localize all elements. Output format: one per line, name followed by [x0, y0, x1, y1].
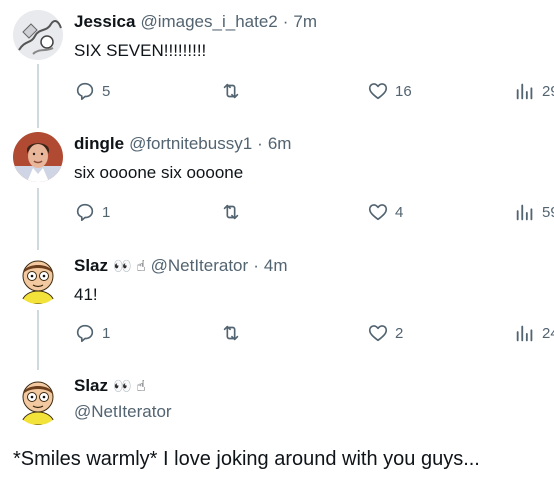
action-bar: 5 16 29 [74, 80, 554, 104]
like-button[interactable]: 16 [367, 80, 412, 102]
reply-count: 1 [102, 203, 111, 221]
retweet-icon [220, 80, 242, 102]
like-button[interactable]: 2 [367, 322, 403, 344]
timestamp[interactable]: 6m [268, 134, 292, 154]
handle[interactable]: @images_i_hate2 [140, 12, 277, 32]
avatar[interactable] [13, 10, 63, 60]
reply-count: 1 [102, 324, 111, 342]
action-bar: 1 4 59 [74, 201, 554, 225]
reply-button[interactable]: 1 [74, 201, 110, 223]
separator-dot: · [253, 256, 259, 275]
name-emojis: 👀 ☝ [113, 257, 146, 275]
reply-icon [74, 80, 96, 102]
handle[interactable]: @NetIterator [151, 256, 249, 276]
avatar[interactable] [13, 375, 63, 425]
reply-icon [74, 322, 96, 344]
avatar[interactable] [13, 132, 63, 182]
retweet-button[interactable] [220, 322, 242, 344]
reply-icon [74, 201, 96, 223]
separator-dot: · [282, 12, 289, 31]
timestamp[interactable]: 4m [264, 256, 288, 276]
action-bar: 1 2 24 [74, 322, 554, 346]
tweet-text: 41! [74, 285, 98, 304]
heart-icon [367, 80, 389, 102]
tweet-text: SIX SEVEN!!!!!!!!! [74, 41, 207, 60]
tweet-header: dingle @fortnitebussy1 · 6m [74, 134, 291, 154]
view-count: 59 [542, 203, 554, 221]
tweet-header: Slaz 👀 ☝ @NetIterator · 4m [74, 256, 287, 276]
like-button[interactable]: 4 [367, 201, 403, 223]
views-icon [514, 80, 536, 102]
handle[interactable]: @NetIterator [74, 402, 172, 422]
display-name[interactable]: Slaz [74, 376, 108, 396]
thread-line [37, 310, 39, 370]
like-count: 4 [395, 203, 404, 221]
retweet-button[interactable] [220, 80, 242, 102]
reply-count: 5 [102, 82, 111, 100]
views-button[interactable]: 24 [514, 322, 554, 344]
timestamp[interactable]: 7m [293, 12, 317, 32]
display-name[interactable]: dingle [74, 134, 124, 154]
view-count: 24 [542, 324, 554, 342]
tweet-text: six oooone six oooone [74, 163, 244, 182]
thread-line [37, 64, 39, 128]
like-count: 16 [395, 82, 412, 100]
avatar[interactable] [13, 254, 63, 304]
main-tweet-header: Slaz 👀 ☝ @NetIterator [74, 376, 172, 422]
view-count: 29 [542, 82, 554, 100]
display-name[interactable]: Slaz [74, 256, 108, 276]
retweet-button[interactable] [220, 201, 242, 223]
views-button[interactable]: 59 [514, 201, 554, 223]
heart-icon [367, 322, 389, 344]
retweet-icon [220, 201, 242, 223]
views-button[interactable]: 29 [514, 80, 554, 102]
retweet-icon [220, 322, 242, 344]
handle[interactable]: @fortnitebussy1 [129, 134, 252, 154]
thread-line [37, 188, 39, 250]
main-tweet-text: *Smiles warmly* I love joking around wit… [13, 448, 480, 470]
heart-icon [367, 201, 389, 223]
views-icon [514, 201, 536, 223]
separator-dot: · [257, 134, 263, 153]
reply-button[interactable]: 1 [74, 322, 110, 344]
reply-button[interactable]: 5 [74, 80, 110, 102]
name-emojis: 👀 ☝ [113, 377, 146, 395]
views-icon [514, 322, 536, 344]
like-count: 2 [395, 324, 404, 342]
display-name[interactable]: Jessica [74, 12, 135, 32]
tweet-header: Jessica @images_i_hate2 · 7m [74, 12, 317, 32]
